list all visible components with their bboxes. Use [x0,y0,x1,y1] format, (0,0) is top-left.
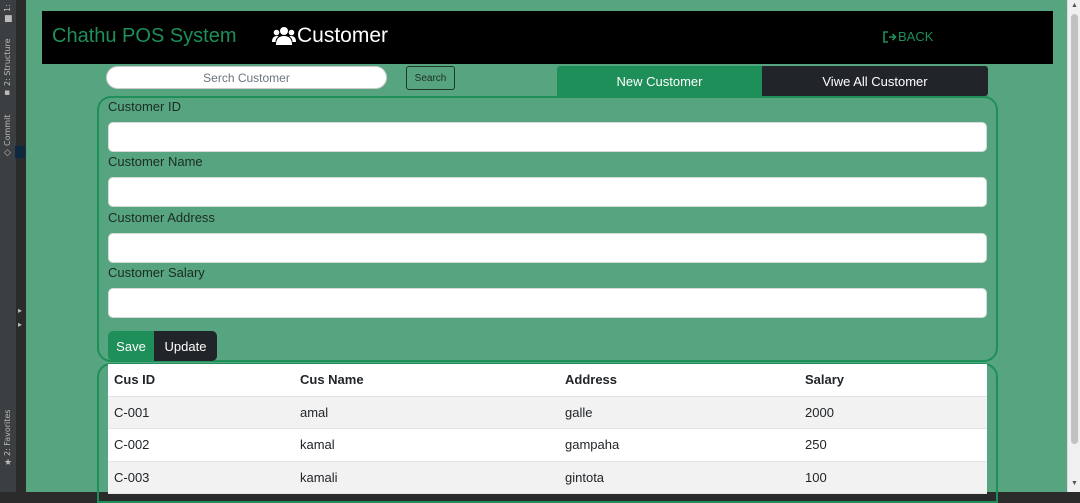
customer-salary-label: Customer Salary [108,265,205,280]
commit-icon: ◇ [4,148,11,158]
table-row[interactable]: C-002 kamal gampaha 250 [108,428,987,462]
collapse-arrow-icon[interactable]: ▸ [18,320,22,329]
collapse-arrow-icon[interactable]: ▸ [18,306,22,315]
ide-tab-favorites[interactable]: 2: Favorites ★ [0,400,17,470]
page-title-text: Customer [297,24,389,47]
column-header-cus-id: Cus ID [108,364,294,397]
back-label: BACK [898,29,934,44]
table-row[interactable]: C-001 amal galle 2000 [108,396,987,429]
cell-salary: 2000 [799,396,987,429]
brand-title[interactable]: Chathu POS System [52,25,237,48]
ide-tab-structure-label: 2: Structure [3,38,12,86]
cell-address: gampaha [559,428,799,462]
cell-address: gintota [559,461,799,494]
tab-view-all-customer[interactable]: Viwe All Customer [762,66,988,96]
customer-name-field[interactable] [108,177,987,207]
cell-cus-id: C-003 [108,461,294,494]
ide-tab-project[interactable]: 1: ■ [0,0,17,28]
customer-name-label: Customer Name [108,154,203,169]
back-link[interactable]: BACK [883,29,933,44]
cell-cus-name: kamal [294,428,559,462]
customer-address-label: Customer Address [108,210,215,225]
ide-tab-favorites-label: 2: Favorites [3,409,12,456]
cell-salary: 100 [799,461,987,494]
ide-tool-strip: 1: ■ 2: Structure ▪ Commit ◇ ▸ ▸ 2: Favo… [0,0,22,492]
column-header-cus-name: Cus Name [294,364,559,397]
tab-new-customer-label: New Customer [616,73,703,89]
ide-tab-commit-label: Commit [3,114,12,146]
ide-tab-project-label: 1: [3,4,12,12]
scrollbar-thumb[interactable] [1071,14,1078,444]
search-customer-input[interactable] [106,66,387,89]
customer-id-field[interactable] [108,122,987,152]
table-row[interactable]: C-003 kamali gintota 100 [108,461,987,494]
users-icon [272,27,296,45]
top-navbar: Chathu POS System Customer BACK [42,11,1053,64]
cell-salary: 250 [799,428,987,462]
cell-address: galle [559,396,799,429]
column-header-salary: Salary [799,364,987,397]
page-title: Customer [272,24,388,48]
column-header-address: Address [559,364,799,397]
ide-tab-structure[interactable]: 2: Structure ▪ [0,36,17,98]
customer-address-field[interactable] [108,233,987,263]
cell-cus-name: amal [294,396,559,429]
customer-id-label: Customer ID [108,99,181,114]
save-button[interactable]: Save [108,331,154,361]
structure-icon: ▪ [4,88,11,98]
vertical-scrollbar[interactable]: ▲ ▼ [1067,0,1080,492]
scroll-up-icon[interactable]: ▲ [1071,2,1078,9]
cell-cus-name: kamali [294,461,559,494]
customer-table: Cus ID Cus Name Address Salary C-001 ama… [108,364,987,494]
sign-out-icon [883,30,897,43]
table-header-row: Cus ID Cus Name Address Salary [108,364,987,397]
cell-cus-id: C-002 [108,428,294,462]
tab-new-customer[interactable]: New Customer [557,66,762,96]
star-icon: ★ [4,458,13,468]
folder-icon: ■ [4,14,13,24]
ide-active-marker [15,146,25,158]
cell-cus-id: C-001 [108,396,294,429]
tab-view-all-customer-label: Viwe All Customer [822,73,928,89]
scroll-down-icon[interactable]: ▼ [1071,480,1078,487]
customer-salary-field[interactable] [108,288,987,318]
update-button[interactable]: Update [154,331,217,361]
search-button[interactable]: Search [406,66,455,90]
